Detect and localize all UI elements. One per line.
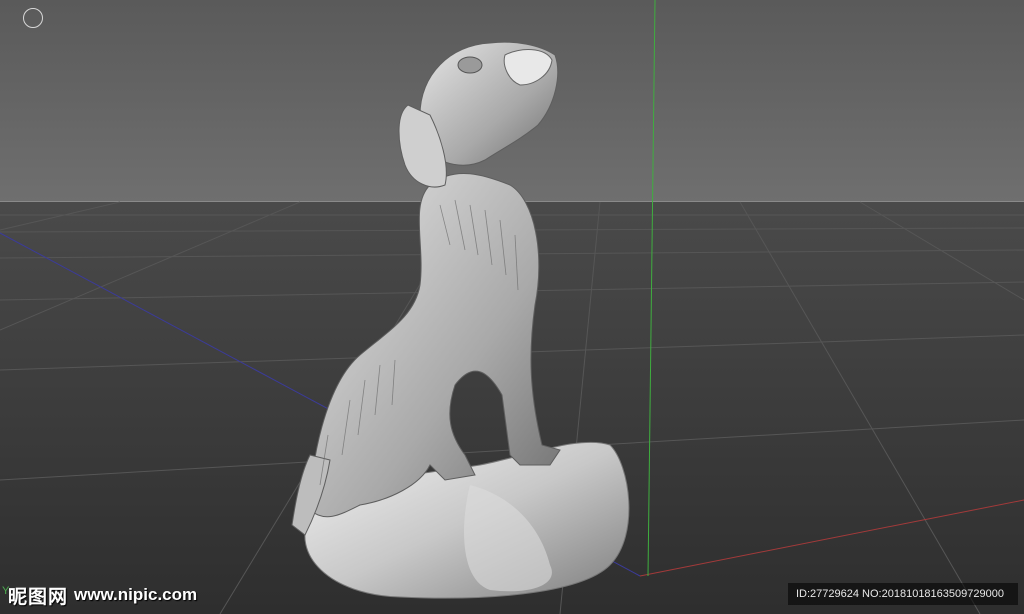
- dog-statue-model[interactable]: [280, 35, 640, 600]
- circle-icon[interactable]: [23, 8, 43, 28]
- 3d-viewport[interactable]: Y 昵图网 www.nipic.com ID:27729624 NO:20181…: [0, 0, 1024, 614]
- watermark-logo: 昵图网: [8, 585, 69, 608]
- y-axis-line: [647, 0, 656, 577]
- image-id-bar: ID:27729624 NO:20181018163509729000: [788, 583, 1018, 605]
- x-axis-line: [639, 499, 1024, 577]
- watermark-brand: 昵图网 www.nipic.com: [8, 583, 198, 608]
- watermark-url: www.nipic.com: [74, 585, 198, 604]
- dog-eye: [457, 56, 483, 74]
- dog-body: [309, 172, 561, 518]
